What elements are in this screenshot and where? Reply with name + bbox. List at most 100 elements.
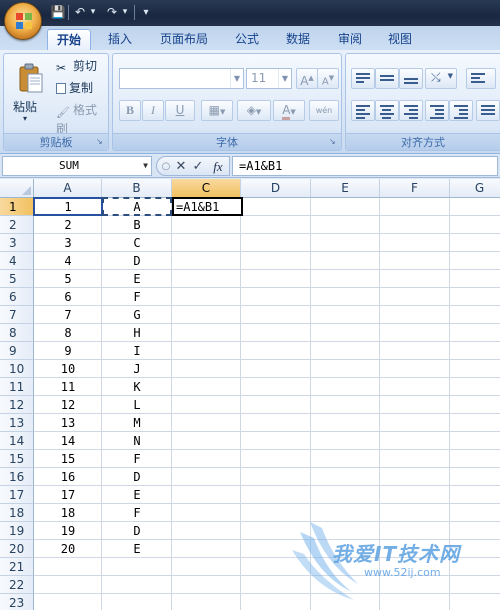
- cell-b3[interactable]: C: [102, 234, 172, 252]
- cell-b8[interactable]: H: [102, 324, 172, 342]
- wrap-text-button[interactable]: [466, 68, 496, 89]
- row-header-11[interactable]: 11: [0, 378, 34, 396]
- row-header-12[interactable]: 12: [0, 396, 34, 414]
- tab-formulas[interactable]: 公式: [225, 29, 269, 50]
- paste-button[interactable]: 粘贴 ▾: [7, 56, 49, 130]
- select-all-button[interactable]: [0, 179, 34, 198]
- cell-a8[interactable]: 8: [34, 324, 102, 342]
- row-header-7[interactable]: 7: [0, 306, 34, 324]
- row-header-10[interactable]: 10: [0, 360, 34, 378]
- cell-b4[interactable]: D: [102, 252, 172, 270]
- bold-button[interactable]: B: [119, 100, 141, 121]
- save-icon[interactable]: 💾: [50, 4, 66, 21]
- undo-icon[interactable]: ↶: [72, 4, 88, 21]
- cell-b11[interactable]: K: [102, 378, 172, 396]
- tab-insert[interactable]: 插入: [98, 29, 142, 50]
- format-painter-button[interactable]: 🖌 格式刷: [56, 101, 108, 136]
- cell-b12[interactable]: L: [102, 396, 172, 414]
- cancel-icon[interactable]: ✕: [173, 158, 189, 176]
- active-cell-c1[interactable]: =A1&B1: [172, 197, 243, 216]
- cell-b10[interactable]: J: [102, 360, 172, 378]
- cell-a13[interactable]: 13: [34, 414, 102, 432]
- cell-a20[interactable]: 20: [34, 540, 102, 558]
- tab-data[interactable]: 数据: [278, 29, 318, 50]
- column-header-b[interactable]: B: [102, 179, 172, 198]
- cell-b18[interactable]: F: [102, 504, 172, 522]
- cell-b5[interactable]: E: [102, 270, 172, 288]
- grow-font-button[interactable]: A▲: [296, 68, 318, 89]
- name-box[interactable]: SUM ▼: [2, 156, 152, 176]
- row-header-23[interactable]: 23: [0, 594, 34, 610]
- cell-a15[interactable]: 15: [34, 450, 102, 468]
- cell-a3[interactable]: 3: [34, 234, 102, 252]
- cell-b7[interactable]: G: [102, 306, 172, 324]
- cell-a11[interactable]: 11: [34, 378, 102, 396]
- cell-a5[interactable]: 5: [34, 270, 102, 288]
- row-header-14[interactable]: 14: [0, 432, 34, 450]
- office-button[interactable]: [4, 2, 42, 40]
- fill-color-button[interactable]: ◈▼: [237, 100, 271, 121]
- chevron-down-icon[interactable]: ▼: [143, 157, 148, 175]
- row-header-13[interactable]: 13: [0, 414, 34, 432]
- cell-a19[interactable]: 19: [34, 522, 102, 540]
- row-header-8[interactable]: 8: [0, 324, 34, 342]
- cell-b13[interactable]: M: [102, 414, 172, 432]
- cell-a6[interactable]: 6: [34, 288, 102, 306]
- italic-button[interactable]: I: [142, 100, 164, 121]
- redo-icon[interactable]: ↷: [104, 4, 120, 21]
- customize-quick-access-icon[interactable]: ▾: [140, 4, 152, 21]
- column-header-g[interactable]: G: [450, 179, 500, 198]
- tab-page-layout[interactable]: 页面布局: [153, 29, 215, 50]
- row-header-19[interactable]: 19: [0, 522, 34, 540]
- row-header-3[interactable]: 3: [0, 234, 34, 252]
- row-header-20[interactable]: 20: [0, 540, 34, 558]
- cell-a17[interactable]: 17: [34, 486, 102, 504]
- cell-a10[interactable]: 10: [34, 360, 102, 378]
- cell-a2[interactable]: 2: [34, 216, 102, 234]
- phonetic-button[interactable]: wén: [309, 100, 339, 121]
- row-header-6[interactable]: 6: [0, 288, 34, 306]
- font-size-select[interactable]: 11 ▼: [246, 68, 292, 89]
- cell-b19[interactable]: D: [102, 522, 172, 540]
- row-header-21[interactable]: 21: [0, 558, 34, 576]
- cell-b15[interactable]: F: [102, 450, 172, 468]
- increase-indent-button[interactable]: [449, 100, 473, 121]
- column-header-d[interactable]: D: [241, 179, 311, 198]
- redo-dropdown-icon[interactable]: ▾: [120, 4, 130, 21]
- tab-home[interactable]: 开始: [47, 29, 91, 50]
- column-header-e[interactable]: E: [311, 179, 380, 198]
- cell-a18[interactable]: 18: [34, 504, 102, 522]
- font-name-select[interactable]: ▼: [119, 68, 244, 89]
- decrease-indent-button[interactable]: [425, 100, 449, 121]
- cell-b20[interactable]: E: [102, 540, 172, 558]
- cell-a7[interactable]: 7: [34, 306, 102, 324]
- column-header-f[interactable]: F: [380, 179, 450, 198]
- font-color-button[interactable]: A▼: [273, 100, 305, 121]
- borders-button[interactable]: ▦▼: [201, 100, 233, 121]
- tab-review[interactable]: 审阅: [330, 29, 370, 50]
- row-header-18[interactable]: 18: [0, 504, 34, 522]
- row-header-17[interactable]: 17: [0, 486, 34, 504]
- tab-view[interactable]: 视图: [380, 29, 420, 50]
- row-header-2[interactable]: 2: [0, 216, 34, 234]
- cell-b14[interactable]: N: [102, 432, 172, 450]
- underline-button[interactable]: U: [165, 100, 195, 121]
- orientation-button[interactable]: ⤯ ▼: [425, 68, 457, 89]
- undo-dropdown-icon[interactable]: ▾: [88, 4, 98, 21]
- dialog-launcher-icon[interactable]: ↘: [96, 138, 105, 147]
- cell-b6[interactable]: F: [102, 288, 172, 306]
- cell-a12[interactable]: 12: [34, 396, 102, 414]
- enter-icon[interactable]: ✓: [190, 158, 206, 176]
- align-left-button[interactable]: [351, 100, 375, 121]
- merge-center-button[interactable]: [476, 100, 500, 121]
- row-header-1[interactable]: 1: [0, 198, 34, 216]
- row-header-15[interactable]: 15: [0, 450, 34, 468]
- cell-b9[interactable]: I: [102, 342, 172, 360]
- cell-a9[interactable]: 9: [34, 342, 102, 360]
- middle-align-button[interactable]: [375, 68, 399, 89]
- cut-button[interactable]: ✂ 剪切: [56, 57, 97, 75]
- align-center-button[interactable]: [375, 100, 399, 121]
- row-header-22[interactable]: 22: [0, 576, 34, 594]
- cell-b2[interactable]: B: [102, 216, 172, 234]
- bottom-align-button[interactable]: [399, 68, 423, 89]
